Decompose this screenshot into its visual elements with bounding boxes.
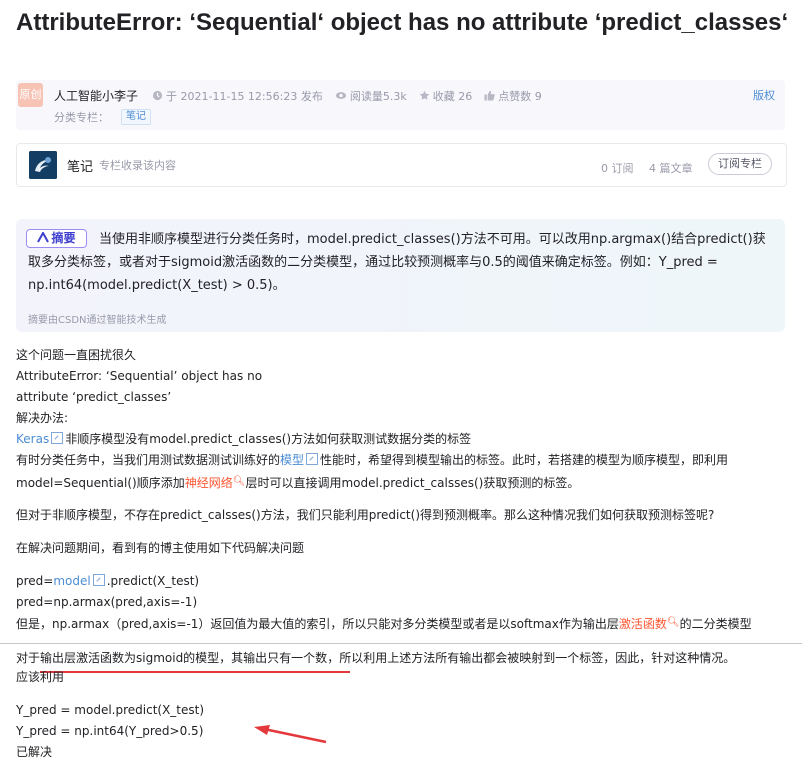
column-logo	[29, 151, 57, 179]
paragraph-13: 已解决	[16, 745, 53, 759]
external-link-icon	[51, 432, 64, 444]
activation-function-link[interactable]: 激活函数	[619, 617, 667, 631]
article-title: AttributeError: ‘Sequential‘ object has …	[16, 9, 789, 36]
keras-link[interactable]: Keras	[16, 432, 49, 446]
paragraph-6: 有时分类任务中，当我们用测试数据测试训练好的模型 性能时，希望得到模型输出的标签。…	[16, 453, 729, 467]
external-link-icon	[92, 574, 105, 586]
favorite-count[interactable]: 收藏 26	[419, 88, 472, 104]
copyright-link[interactable]: 版权	[753, 87, 775, 103]
meta-line: 人工智能小李子 于 2021-11-15 12:56:23 发布 阅读量5.3k…	[54, 87, 554, 104]
category-line: 分类专栏： 笔记	[54, 109, 151, 125]
paragraph-12: 应该利用	[16, 670, 65, 684]
paragraph-1: 这个问题一直困扰很久	[16, 348, 137, 362]
paragraph-11: 对于输出层激活函数为sigmoid的模型，其输出只有一个数，所以利用上述方法所有…	[16, 651, 736, 665]
view-count: 阅读量5.3k	[335, 88, 407, 104]
subscriber-count: 0 订阅	[601, 162, 634, 175]
summary-note: 摘要由CSDN通过智能技术生成	[28, 315, 167, 326]
code-line-1: pred=model .predict(X_test)	[16, 574, 200, 588]
column-logo-icon	[29, 151, 57, 179]
star-icon	[419, 90, 429, 100]
original-badge: 原创	[18, 83, 43, 107]
paragraph-4: 解决办法:	[16, 411, 69, 425]
publish-time: 于 2021-11-15 12:56:23 发布	[152, 88, 323, 104]
search-icon: 🔍︎	[666, 617, 680, 628]
search-icon: 🔍︎	[232, 476, 246, 487]
thumbs-up-icon	[484, 90, 495, 101]
paragraph-3: attribute ‘predict_classes’	[16, 390, 172, 404]
article-count: 4 篇文章	[649, 162, 693, 175]
external-link-icon	[306, 453, 319, 465]
like-count[interactable]: 点赞数 9	[484, 88, 542, 104]
model-link-2[interactable]: model	[53, 574, 90, 588]
author-link[interactable]: 人工智能小李子	[54, 87, 138, 104]
article-meta-box: 原创 人工智能小李子 于 2021-11-15 12:56:23 发布 阅读量5…	[16, 80, 785, 130]
red-underline-annotation	[40, 671, 350, 673]
subscribe-column-button[interactable]: 订阅专栏	[708, 153, 772, 175]
neural-network-link[interactable]: 神经网络	[185, 476, 233, 490]
code-line-4: Y_pred = np.int64(Y_pred>0.5)	[16, 724, 204, 738]
screenshot-divider	[0, 643, 802, 644]
paragraph-10: 但是，np.armax（pred,axis=-1）返回值为最大值的索引，所以只能…	[16, 617, 752, 631]
column-name[interactable]: 笔记	[67, 156, 93, 175]
clock-icon	[152, 90, 163, 101]
paragraph-9: 在解决问题期间，看到有的博主使用如下代码解决问题	[16, 541, 305, 555]
eye-icon	[335, 92, 346, 99]
column-card[interactable]: 笔记 专栏收录该内容 0 订阅 4 篇文章 订阅专栏	[16, 143, 787, 187]
paragraph-5: Keras 非顺序模型没有model.predict_classes()方法如何获…	[16, 432, 472, 446]
paragraph-8: 但对于非顺序模型，不存在predict_calsses()方法，我们只能利用pr…	[16, 508, 715, 522]
column-description: 专栏收录该内容	[99, 159, 176, 172]
category-tag[interactable]: 笔记	[121, 109, 151, 125]
category-label: 分类专栏：	[54, 111, 109, 124]
ai-summary-box: 摘要 当使用非顺序模型进行分类任务时，model.predict_classes…	[16, 219, 785, 332]
paragraph-7: model=Sequential()顺序添加神经网络🔍︎层时可以直接调用mode…	[16, 476, 580, 490]
red-arrow-annotation	[254, 725, 327, 744]
paragraph-2: AttributeError: ‘Sequential’ object has …	[16, 369, 263, 383]
summary-text: 当使用非顺序模型进行分类任务时，model.predict_classes()方…	[28, 232, 766, 293]
code-line-2: pred=np.armax(pred,axis=-1)	[16, 595, 198, 609]
model-link[interactable]: 模型	[280, 453, 304, 467]
code-line-3: Y_pred = model.predict(X_test)	[16, 703, 205, 717]
